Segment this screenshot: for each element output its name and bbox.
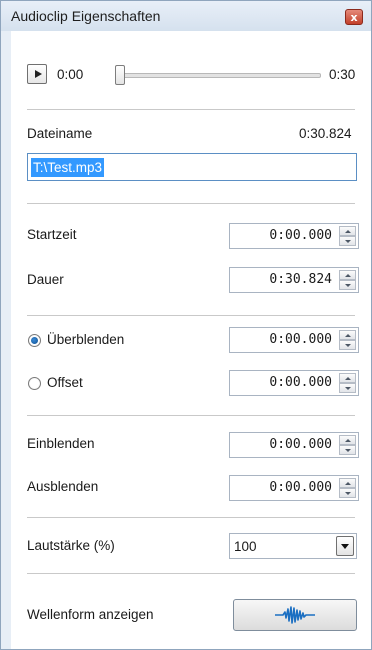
waveform-icon	[275, 606, 315, 624]
spin-down-button[interactable]	[339, 488, 356, 498]
spin-up-button[interactable]	[339, 478, 356, 488]
spin-up-button[interactable]	[339, 373, 356, 383]
arrow-down-icon	[344, 491, 351, 495]
fade-in-label: Einblenden	[27, 436, 95, 451]
current-time: 0:00	[57, 67, 84, 82]
start-time-label: Startzeit	[27, 227, 77, 242]
title-bar[interactable]: Audioclip Eigenschaften x	[1, 1, 371, 32]
arrow-down-icon	[344, 283, 351, 287]
arrow-up-icon	[344, 438, 351, 442]
divider	[27, 517, 355, 518]
offset-radio[interactable]	[28, 377, 41, 390]
file-duration: 0:30.824	[299, 126, 352, 141]
crossfade-radio[interactable]	[28, 334, 41, 347]
divider	[27, 415, 355, 416]
arrow-up-icon	[344, 481, 351, 485]
duration-value: 0:30.824	[269, 272, 332, 287]
crossfade-label: Überblenden	[47, 332, 125, 347]
spin-up-button[interactable]	[339, 330, 356, 340]
arrow-down-icon	[344, 448, 351, 452]
divider	[27, 315, 355, 316]
show-waveform-label: Wellenform anzeigen	[27, 607, 154, 622]
arrow-up-icon	[344, 376, 351, 380]
fade-out-label: Ausblenden	[27, 479, 99, 494]
filename-field[interactable]: T:\Test.mp3	[27, 153, 357, 181]
spin-up-button[interactable]	[339, 435, 356, 445]
spin-down-button[interactable]	[339, 445, 356, 455]
crossfade-spinner[interactable]: 0:00.000	[229, 327, 359, 353]
window-title: Audioclip Eigenschaften	[11, 8, 161, 24]
arrow-up-icon	[344, 333, 351, 337]
dropdown-button[interactable]	[336, 536, 354, 556]
volume-select[interactable]: 100	[229, 533, 357, 559]
arrow-up-icon	[344, 273, 351, 277]
start-time-value: 0:00.000	[269, 228, 332, 243]
show-waveform-button[interactable]	[233, 599, 357, 631]
fade-out-value: 0:00.000	[269, 480, 332, 495]
end-time: 0:30	[329, 67, 356, 82]
filename-value: T:\Test.mp3	[31, 158, 105, 177]
spin-down-button[interactable]	[339, 280, 356, 290]
spin-down-button[interactable]	[339, 340, 356, 350]
offset-spinner[interactable]: 0:00.000	[229, 370, 359, 396]
start-time-spinner[interactable]: 0:00.000	[229, 223, 359, 249]
duration-label: Dauer	[27, 272, 64, 287]
offset-value: 0:00.000	[269, 375, 332, 390]
offset-label: Offset	[47, 375, 83, 390]
audioclip-properties-window: Audioclip Eigenschaften x 0:00 0:30 Date…	[0, 0, 372, 650]
crossfade-value: 0:00.000	[269, 332, 332, 347]
fade-in-value: 0:00.000	[269, 437, 332, 452]
properties-panel: 0:00 0:30 Dateiname 0:30.824 T:\Test.mp3…	[11, 31, 371, 649]
spin-down-button[interactable]	[339, 383, 356, 393]
arrow-down-icon	[344, 386, 351, 390]
arrow-up-icon	[344, 229, 351, 233]
play-icon	[34, 70, 42, 78]
chevron-down-icon	[341, 543, 349, 549]
close-button[interactable]: x	[345, 9, 363, 25]
divider	[27, 203, 355, 204]
filename-label: Dateiname	[27, 126, 93, 141]
divider	[27, 573, 355, 574]
position-track[interactable]	[115, 73, 321, 78]
spin-up-button[interactable]	[339, 226, 356, 236]
fade-in-spinner[interactable]: 0:00.000	[229, 432, 359, 458]
spin-up-button[interactable]	[339, 270, 356, 280]
close-icon: x	[350, 10, 358, 24]
spin-down-button[interactable]	[339, 236, 356, 246]
volume-value: 100	[234, 539, 257, 554]
arrow-down-icon	[344, 343, 351, 347]
duration-spinner[interactable]: 0:30.824	[229, 267, 359, 293]
arrow-down-icon	[344, 239, 351, 243]
fade-out-spinner[interactable]: 0:00.000	[229, 475, 359, 501]
play-button[interactable]	[27, 64, 47, 84]
volume-label: Lautstärke (%)	[27, 538, 115, 553]
divider	[27, 109, 355, 110]
position-slider-thumb[interactable]	[115, 65, 125, 85]
